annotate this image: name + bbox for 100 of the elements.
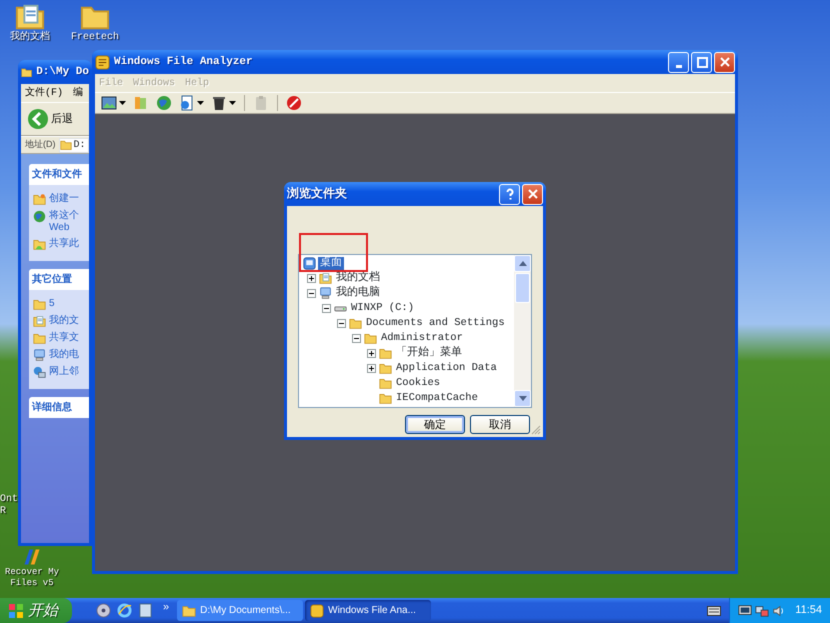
taskbar-button[interactable]: D:\My Documents\... bbox=[177, 600, 304, 621]
document-folder-icon[interactable] bbox=[15, 2, 45, 32]
desktop-icon-label[interactable]: Recover My Files v5 bbox=[3, 567, 61, 589]
collapse-toggle-icon[interactable] bbox=[307, 289, 316, 298]
tree-item[interactable]: WINXP (C:) bbox=[349, 302, 416, 315]
scroll-thumb[interactable] bbox=[515, 273, 530, 303]
expand-toggle-icon[interactable] bbox=[367, 364, 376, 373]
collapse-toggle-icon[interactable] bbox=[352, 334, 361, 343]
folder-icon bbox=[379, 377, 392, 390]
close-button[interactable] bbox=[522, 184, 543, 204]
toolbar-button[interactable] bbox=[99, 94, 128, 112]
collapse-toggle-icon[interactable] bbox=[337, 319, 346, 328]
task-link[interactable]: 网上邻 bbox=[49, 366, 79, 378]
desktop-icon-label[interactable]: Freetech bbox=[70, 32, 119, 44]
taskbar-button[interactable]: Windows File Ana... bbox=[305, 600, 432, 621]
window-title: D:\My Do bbox=[36, 64, 89, 80]
tree-item[interactable]: 我的电脑 bbox=[334, 287, 382, 300]
folder-icon bbox=[60, 139, 72, 151]
expand-toggle-icon[interactable] bbox=[307, 274, 316, 283]
dialog-button[interactable]: 取消 bbox=[470, 415, 530, 434]
tree-item[interactable]: Documents and Settings bbox=[364, 317, 507, 330]
up-arrow-icon bbox=[518, 261, 526, 266]
collapse-toggle-icon[interactable] bbox=[322, 304, 331, 313]
app-logo-icon bbox=[95, 54, 110, 70]
folder-icon bbox=[33, 332, 46, 345]
folder-icon bbox=[379, 362, 392, 375]
close-button[interactable] bbox=[714, 52, 735, 72]
window-title: Windows File Analyzer bbox=[114, 54, 254, 70]
panel-title[interactable]: 文件和文件 bbox=[29, 164, 89, 185]
folder-icon bbox=[182, 604, 196, 618]
desktop-icon-label[interactable]: R bbox=[0, 506, 18, 518]
help-icon bbox=[504, 188, 516, 200]
panel-title[interactable]: 其它位置 bbox=[29, 269, 89, 290]
document-folder-icon bbox=[33, 315, 46, 328]
task-link[interactable]: 共享此 bbox=[49, 238, 79, 250]
task-link[interactable]: 共享文 bbox=[49, 332, 79, 344]
desktop-icon bbox=[138, 603, 153, 618]
clock: 11:54 bbox=[795, 603, 822, 618]
shared-folder-icon bbox=[33, 238, 46, 251]
maximize-button[interactable] bbox=[691, 52, 712, 72]
expand-toggle-icon[interactable] bbox=[367, 349, 376, 358]
dialog-title: 浏览文件夹 bbox=[287, 186, 348, 203]
network-icon bbox=[755, 604, 770, 618]
close-icon bbox=[526, 188, 538, 200]
picture-icon bbox=[101, 95, 117, 111]
folder-icon bbox=[364, 332, 377, 345]
bin-icon bbox=[211, 95, 227, 111]
folder-icon bbox=[33, 193, 46, 206]
monitor-icon bbox=[738, 604, 752, 618]
desktop-icon bbox=[303, 257, 316, 270]
books-icon bbox=[133, 95, 149, 111]
tree-item[interactable]: IECompatCache bbox=[394, 392, 480, 405]
app-logo-icon bbox=[310, 604, 324, 618]
tree-item[interactable]: Application Data bbox=[394, 362, 499, 375]
folder-icon bbox=[379, 347, 392, 360]
size-grip-icon bbox=[531, 425, 541, 435]
menu-item[interactable]: 文件(F) bbox=[25, 86, 64, 100]
start-button[interactable]: 开始 bbox=[0, 598, 72, 623]
minimize-icon bbox=[676, 64, 682, 68]
tree-item[interactable]: Administrator bbox=[379, 332, 465, 345]
folder-icon bbox=[379, 392, 392, 405]
network-computer-icon bbox=[33, 366, 46, 379]
close-icon bbox=[718, 56, 730, 68]
down-arrow-icon bbox=[518, 396, 526, 401]
menu-item[interactable]: 编 bbox=[73, 86, 84, 100]
desktop-icon-label[interactable]: 我的文档 bbox=[10, 32, 50, 44]
task-link[interactable]: 创建一 bbox=[49, 193, 79, 205]
disc-icon bbox=[96, 603, 111, 618]
caret-icon bbox=[197, 101, 204, 105]
pencil-logo-icon[interactable] bbox=[22, 547, 42, 567]
browser-icon bbox=[117, 603, 132, 618]
help-button[interactable] bbox=[499, 184, 520, 204]
globe-icon bbox=[156, 95, 172, 111]
scrollbar[interactable] bbox=[514, 255, 531, 407]
back-button[interactable]: 后退 bbox=[25, 107, 75, 131]
document-icon bbox=[179, 95, 195, 111]
folder-icon bbox=[349, 317, 362, 330]
tree-item[interactable]: 「开始」菜单 bbox=[394, 347, 464, 360]
address-field[interactable]: D: bbox=[58, 138, 89, 152]
task-link[interactable]: 将这个 Web bbox=[49, 210, 79, 234]
task-link[interactable]: 我的文 bbox=[49, 315, 79, 327]
clipboard-icon bbox=[253, 95, 269, 111]
task-link[interactable]: 我的电 bbox=[49, 349, 79, 361]
task-link[interactable]: 5 bbox=[49, 298, 55, 310]
caret-icon bbox=[229, 101, 236, 105]
chevron-button[interactable]: » bbox=[163, 599, 170, 616]
dialog-button[interactable]: 确定 bbox=[405, 415, 465, 434]
globe-icon bbox=[33, 210, 46, 223]
windows-logo-icon bbox=[8, 602, 24, 618]
tree-item[interactable]: Cookies bbox=[394, 377, 442, 390]
annotation-rectangle bbox=[299, 233, 368, 272]
minimize-button[interactable] bbox=[668, 52, 689, 72]
desktop-icon-label[interactable]: Ont bbox=[0, 494, 18, 506]
panel-title[interactable]: 详细信息 bbox=[29, 397, 89, 418]
address-label: 地址(D) bbox=[25, 138, 56, 152]
computer-icon bbox=[33, 349, 46, 362]
caret-icon bbox=[119, 101, 126, 105]
folder-icon bbox=[33, 298, 46, 311]
stop-icon bbox=[286, 95, 302, 111]
computer-icon bbox=[319, 287, 332, 300]
